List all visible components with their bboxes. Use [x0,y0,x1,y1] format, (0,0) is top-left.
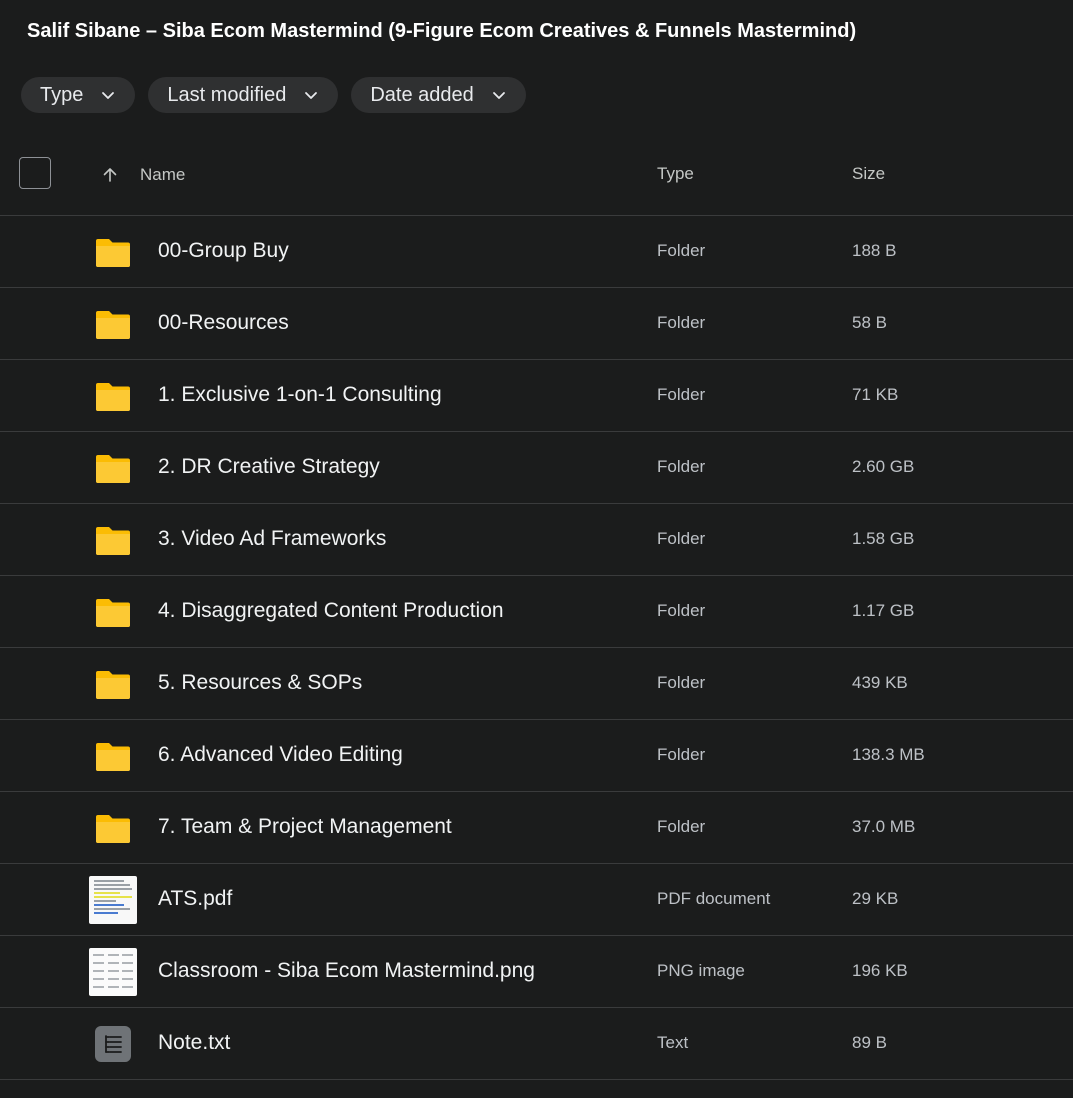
file-size: 71 KB [852,385,899,404]
file-name[interactable]: 00-Group Buy [158,239,289,263]
file-type: Text [657,1033,689,1052]
file-name[interactable]: Note.txt [158,1031,230,1055]
filter-date-added-button[interactable]: Date added [351,77,526,113]
file-size: 2.60 GB [852,457,915,476]
folder-icon [89,588,137,636]
file-size: 89 B [852,1033,887,1052]
file-name[interactable]: 2. DR Creative Strategy [158,455,380,479]
chevron-down-icon [302,86,320,104]
file-name[interactable]: 5. Resources & SOPs [158,671,362,695]
file-size: 37.0 MB [852,817,916,836]
select-all-checkbox[interactable] [19,157,51,189]
chevron-down-icon [99,86,117,104]
file-row[interactable]: 2. DR Creative Strategy Folder 2.60 GB [0,432,1073,504]
file-row[interactable]: 00-Group Buy Folder 188 B [0,216,1073,288]
file-row[interactable]: 5. Resources & SOPs Folder 439 KB [0,648,1073,720]
file-row[interactable]: Note.txt Text 89 B [0,1008,1073,1080]
file-size: 58 B [852,313,887,332]
file-row[interactable]: Classroom - Siba Ecom Mastermind.png PNG … [0,936,1073,1008]
file-name[interactable]: 4. Disaggregated Content Production [158,599,504,623]
file-name[interactable]: 1. Exclusive 1-on-1 Consulting [158,383,442,407]
file-type: Folder [657,745,706,764]
file-name[interactable]: ATS.pdf [158,887,232,911]
file-type: PDF document [657,889,771,908]
pdf-thumbnail-icon [89,876,137,924]
file-type: Folder [657,529,706,548]
file-type: Folder [657,457,706,476]
file-row[interactable]: 6. Advanced Video Editing Folder 138.3 MB [0,720,1073,792]
file-row[interactable]: 3. Video Ad Frameworks Folder 1.58 GB [0,504,1073,576]
folder-icon [89,516,137,564]
file-size: 188 B [852,241,897,260]
file-type: Folder [657,673,706,692]
file-size: 1.58 GB [852,529,915,548]
png-thumbnail-icon [89,948,137,996]
file-row[interactable]: ATS.pdf PDF document 29 KB [0,864,1073,936]
file-type: PNG image [657,961,745,980]
file-name[interactable]: 00-Resources [158,311,289,335]
column-header-name[interactable]: Name [140,165,185,185]
arrow-up-icon[interactable] [101,166,119,184]
file-name[interactable]: 3. Video Ad Frameworks [158,527,386,551]
column-header-size: Size [852,164,886,183]
folder-icon [89,732,137,780]
filter-last-modified-button[interactable]: Last modified [148,77,339,113]
file-type: Folder [657,313,706,332]
file-name[interactable]: Classroom - Siba Ecom Mastermind.png [158,959,535,983]
file-list: 00-Group Buy Folder 188 B 00-Resources Folde… [0,216,1073,1080]
filter-type-label: Type [40,83,84,106]
file-row[interactable]: 7. Team & Project Management Folder 37.0 M… [0,792,1073,864]
folder-icon [89,660,137,708]
file-name[interactable]: 6. Advanced Video Editing [158,743,403,767]
filter-type-button[interactable]: Type [21,77,136,113]
file-type: Folder [657,241,706,260]
folder-icon [89,804,137,852]
file-name[interactable]: 7. Team & Project Management [158,815,452,839]
page-title: Salif Sibane – Siba Ecom Mastermind (9-F… [27,20,857,42]
file-type: Folder [657,817,706,836]
chevron-down-icon [490,86,508,104]
file-type: Folder [657,601,706,620]
file-size: 1.17 GB [852,601,915,620]
file-size: 196 KB [852,961,908,980]
file-row[interactable]: 1. Exclusive 1-on-1 Consulting Folder 71 K… [0,360,1073,432]
file-size: 439 KB [852,673,908,692]
folder-icon [89,228,137,276]
folder-icon [89,444,137,492]
file-row[interactable]: 4. Disaggregated Content Production Folde… [0,576,1073,648]
file-list-header: Name Type Size [0,136,1073,216]
folder-icon [89,372,137,420]
file-row[interactable]: 00-Resources Folder 58 B [0,288,1073,360]
file-size: 138.3 MB [852,745,925,764]
text-file-icon [89,1020,137,1068]
column-header-type: Type [657,164,694,183]
file-type: Folder [657,385,706,404]
filter-bar: Type Last modified Date added [21,77,526,113]
filter-date-added-label: Date added [370,83,474,106]
filter-last-modified-label: Last modified [167,83,287,106]
folder-icon [89,300,137,348]
file-size: 29 KB [852,889,899,908]
